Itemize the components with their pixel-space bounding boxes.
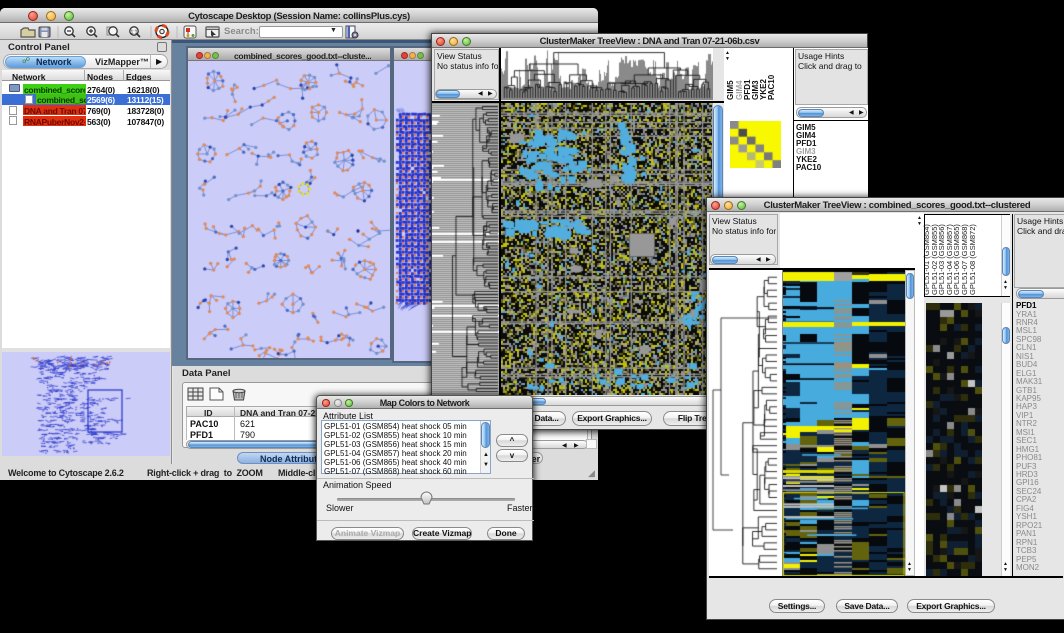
svg-text:1:1: 1:1 xyxy=(131,30,138,36)
